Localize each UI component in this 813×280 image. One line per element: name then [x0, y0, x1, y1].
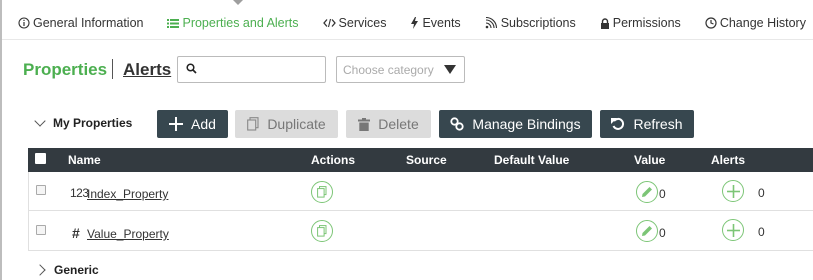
tab-label: General Information [33, 16, 144, 30]
list-icon [167, 18, 180, 29]
tab-change-history[interactable]: Change History [705, 16, 806, 30]
trash-icon [358, 117, 371, 131]
integer-type-icon: 123 [70, 186, 89, 200]
table-header: Name Actions Source Default Value Value … [28, 148, 813, 172]
tab-services[interactable]: Services [322, 16, 387, 30]
search-box[interactable] [177, 56, 326, 83]
active-tab-caret [233, 0, 243, 5]
link-icon [450, 117, 465, 131]
dropdown-arrow-icon [444, 65, 456, 74]
manage-bindings-button[interactable]: Manage Bindings [439, 110, 592, 138]
tab-general-information[interactable]: General Information [18, 16, 143, 30]
tab-bar: General Information Properties and Alert… [18, 10, 813, 36]
column-alerts[interactable]: Alerts [711, 153, 745, 167]
lightning-icon [410, 17, 419, 29]
row-checkbox[interactable] [36, 185, 46, 195]
delete-button[interactable]: Delete [346, 110, 431, 138]
refresh-button[interactable]: Refresh [600, 110, 694, 138]
tab-properties-and-alerts[interactable]: Properties and Alerts [167, 16, 299, 30]
number-type-icon: # [72, 225, 80, 241]
tabs-divider [2, 39, 813, 40]
property-name-link[interactable]: Index_Property [87, 187, 168, 201]
select-all-checkbox[interactable] [35, 153, 46, 164]
tab-label: Properties and Alerts [182, 16, 299, 30]
info-circle-icon [18, 17, 30, 29]
generic-label: Generic [54, 263, 99, 277]
chevron-down-icon [34, 115, 46, 127]
code-icon [322, 18, 336, 28]
tab-events[interactable]: Events [410, 16, 461, 30]
tab-label: Change History [719, 16, 806, 30]
clock-icon [705, 17, 717, 29]
properties-title[interactable]: Properties [23, 60, 107, 80]
refresh-icon [611, 117, 625, 131]
edit-value-icon[interactable] [636, 181, 658, 203]
tab-subscriptions[interactable]: Subscriptions [485, 16, 576, 30]
add-button[interactable]: Add [157, 110, 228, 138]
title-separator [112, 59, 113, 79]
category-placeholder: Choose category [343, 62, 434, 77]
manage-bindings-label: Manage Bindings [472, 116, 581, 132]
edit-value-icon[interactable] [636, 220, 658, 242]
add-alert-icon[interactable] [722, 180, 744, 202]
tab-label: Events [422, 16, 461, 30]
tab-label: Services [338, 16, 387, 30]
add-alert-icon[interactable] [722, 219, 744, 241]
duplicate-button[interactable]: Duplicate [235, 110, 338, 138]
alerts-count: 0 [758, 225, 765, 239]
tab-permissions[interactable]: Permissions [600, 16, 681, 30]
column-actions[interactable]: Actions [311, 153, 355, 167]
add-label: Add [191, 116, 216, 132]
chevron-right-icon [34, 264, 46, 276]
search-input[interactable] [203, 62, 313, 77]
duplicate-action-icon[interactable] [311, 220, 333, 242]
generic-section-toggle[interactable]: Generic [34, 263, 99, 277]
table-row: # Value_Property 0 0 [28, 212, 813, 251]
delete-label: Delete [378, 116, 419, 132]
left-frame-border [0, 0, 2, 280]
plus-icon [169, 117, 184, 131]
signal-icon [485, 17, 498, 29]
property-name-link[interactable]: Value_Property [87, 227, 169, 241]
column-source[interactable]: Source [406, 153, 447, 167]
table-row: 123 Index_Property 0 0 [28, 172, 813, 211]
column-default-value[interactable]: Default Value [494, 153, 569, 167]
search-icon [186, 62, 197, 77]
duplicate-label: Duplicate [267, 116, 326, 132]
alerts-count: 0 [758, 186, 765, 200]
my-properties-label: My Properties [53, 116, 133, 130]
duplicate-icon [247, 117, 259, 131]
alerts-link[interactable]: Alerts [123, 60, 171, 80]
column-value[interactable]: Value [634, 153, 665, 167]
duplicate-action-icon[interactable] [311, 181, 333, 203]
category-select[interactable]: Choose category [336, 56, 465, 83]
my-properties-toggle[interactable]: My Properties [34, 115, 133, 130]
lock-icon [600, 17, 610, 29]
column-name[interactable]: Name [68, 153, 101, 167]
row-checkbox[interactable] [36, 225, 46, 235]
tab-label: Subscriptions [500, 16, 576, 30]
refresh-label: Refresh [633, 116, 683, 132]
property-value: 0 [659, 226, 666, 240]
property-value: 0 [659, 187, 666, 201]
tab-label: Permissions [612, 16, 681, 30]
